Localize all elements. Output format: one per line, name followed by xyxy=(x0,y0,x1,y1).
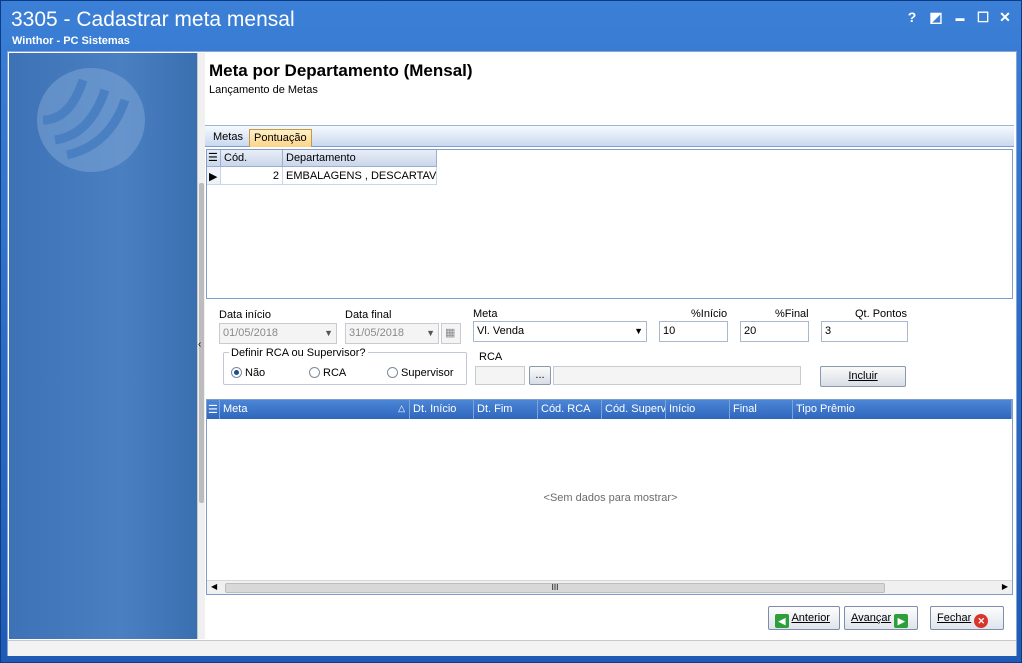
avancar-button[interactable]: Avançar ▶ xyxy=(844,606,918,630)
window-subtitle: Winthor - PC Sistemas xyxy=(12,35,130,47)
chevron-down-icon[interactable]: ▼ xyxy=(426,328,435,338)
grid-menu-icon[interactable]: ☰ xyxy=(207,400,220,419)
meta-select[interactable]: Vl. Venda ▼ xyxy=(473,321,647,342)
fechar-label: Fechar xyxy=(937,612,972,624)
data-inicio-label: Data início xyxy=(219,309,271,321)
content-frame: ‹ Meta por Departamento (Mensal) Lançame… xyxy=(7,51,1017,656)
scroll-left-icon[interactable]: ◀ xyxy=(211,582,217,591)
incluir-label: Incluir xyxy=(848,370,878,382)
horizontal-scrollbar[interactable]: ◀ III ▶ xyxy=(207,580,1012,594)
data-inicio-value: 01/05/2018 xyxy=(223,327,279,339)
cell-departamento[interactable]: EMBALAGENS , DESCARTAVEIS xyxy=(283,167,437,185)
rca-browse-button[interactable]: ... xyxy=(529,366,551,385)
page-title: Meta por Departamento (Mensal) xyxy=(209,61,473,80)
data-inicio-field[interactable]: 01/05/2018 ▼ xyxy=(219,323,337,344)
arrow-right-icon: ▶ xyxy=(894,614,909,628)
side-panel xyxy=(9,53,197,639)
cell-cod[interactable]: 2 xyxy=(221,167,283,185)
incluir-button[interactable]: Incluir xyxy=(820,366,906,387)
column-dt-fim[interactable]: Dt. Fim xyxy=(474,400,538,419)
app-window: 3305 - Cadastrar meta mensal Winthor - P… xyxy=(0,0,1022,663)
radio-supervisor-label: Supervisor xyxy=(401,367,454,379)
minimize-icon[interactable]: ▬ xyxy=(951,13,969,23)
status-bar xyxy=(8,640,1016,656)
avancar-label: Avançar xyxy=(851,612,892,624)
department-grid: ☰ Cód. Departamento ▶ 2 EMBALAGENS , DES… xyxy=(206,149,1013,299)
scroll-right-icon[interactable]: ▶ xyxy=(1002,582,1008,591)
radio-nao[interactable]: Não xyxy=(231,367,265,379)
column-inicio[interactable]: Início xyxy=(666,400,730,419)
chevron-down-icon[interactable]: ▼ xyxy=(324,328,333,338)
radio-supervisor[interactable]: Supervisor xyxy=(387,367,454,379)
pct-final-input[interactable]: 20 xyxy=(740,321,809,342)
radio-icon xyxy=(309,367,320,378)
close-icon[interactable]: ✕ xyxy=(996,9,1014,26)
data-final-field[interactable]: 31/05/2018 ▼ xyxy=(345,323,439,344)
radio-selected-icon xyxy=(231,367,242,378)
scrollbar-thumb[interactable]: III xyxy=(225,583,885,593)
tab-metas[interactable]: Metas xyxy=(209,129,247,147)
pct-inicio-input[interactable]: 10 xyxy=(659,321,728,342)
radio-icon xyxy=(387,367,398,378)
chevron-down-icon[interactable]: ▼ xyxy=(634,326,643,336)
calendar-icon[interactable]: ▦ xyxy=(441,323,461,344)
window-title: 3305 - Cadastrar meta mensal xyxy=(11,8,295,31)
arrow-left-icon: ◀ xyxy=(775,614,789,628)
skin-icon[interactable]: ◩ xyxy=(927,9,945,26)
pct-final-label: %Final xyxy=(775,308,809,320)
column-dt-inicio[interactable]: Dt. Início xyxy=(410,400,474,419)
pct-inicio-label: %Início xyxy=(691,308,728,320)
main-area: Meta por Departamento (Mensal) Lançament… xyxy=(205,53,1014,639)
tab-bar: Metas Pontuação xyxy=(205,125,1014,147)
grid-menu-icon[interactable]: ☰ xyxy=(207,150,221,167)
column-meta[interactable]: Meta △ xyxy=(220,400,410,419)
meta-value: Vl. Venda xyxy=(477,325,525,337)
panel-splitter[interactable]: ‹ xyxy=(197,53,205,639)
column-tipo-premio[interactable]: Tipo Prêmio xyxy=(793,400,1012,419)
sort-icon[interactable]: △ xyxy=(398,403,405,414)
meta-label: Meta xyxy=(473,308,498,320)
row-indicator-icon: ▶ xyxy=(207,167,221,185)
help-icon[interactable]: ? xyxy=(903,9,921,25)
qt-pontos-input[interactable]: 3 xyxy=(821,321,908,342)
rca-group-title: Definir RCA ou Supervisor? xyxy=(229,347,368,359)
data-final-value: 31/05/2018 xyxy=(349,327,405,339)
radio-rca[interactable]: RCA xyxy=(309,367,346,379)
column-final[interactable]: Final xyxy=(730,400,793,419)
tab-pontuacao[interactable]: Pontuação xyxy=(249,129,312,147)
winthor-logo-icon xyxy=(37,68,145,172)
fechar-button[interactable]: Fechar ✕ xyxy=(930,606,1004,630)
page-subtitle: Lançamento de Metas xyxy=(209,84,318,96)
anterior-button[interactable]: ◀ Anterior xyxy=(768,606,840,630)
rca-label: RCA xyxy=(479,351,503,363)
data-final-label: Data final xyxy=(345,309,392,321)
column-cod-rca[interactable]: Cód. RCA xyxy=(538,400,602,419)
empty-message: <Sem dados para mostrar> xyxy=(543,492,678,504)
column-cod[interactable]: Cód. xyxy=(221,150,283,167)
column-cod-superv[interactable]: Cód. Superv xyxy=(602,400,666,419)
maximize-icon[interactable]: ☐ xyxy=(974,9,992,26)
close-circle-icon: ✕ xyxy=(974,614,989,628)
collapse-arrow-icon[interactable]: ‹ xyxy=(198,339,201,350)
column-departamento[interactable]: Departamento xyxy=(283,150,437,167)
radio-nao-label: Não xyxy=(245,367,266,379)
title-bar: 3305 - Cadastrar meta mensal Winthor - P… xyxy=(1,1,1021,51)
rca-code-input[interactable] xyxy=(475,366,525,385)
column-meta-label: Meta xyxy=(223,403,248,415)
qt-pontos-label: Qt. Pontos xyxy=(855,308,907,320)
rca-name-input[interactable] xyxy=(553,366,801,385)
anterior-label: Anterior xyxy=(791,612,830,624)
results-grid: ☰ Meta △ Dt. Início Dt. Fim Cód. RCA Cód… xyxy=(206,399,1013,595)
radio-rca-label: RCA xyxy=(323,367,347,379)
